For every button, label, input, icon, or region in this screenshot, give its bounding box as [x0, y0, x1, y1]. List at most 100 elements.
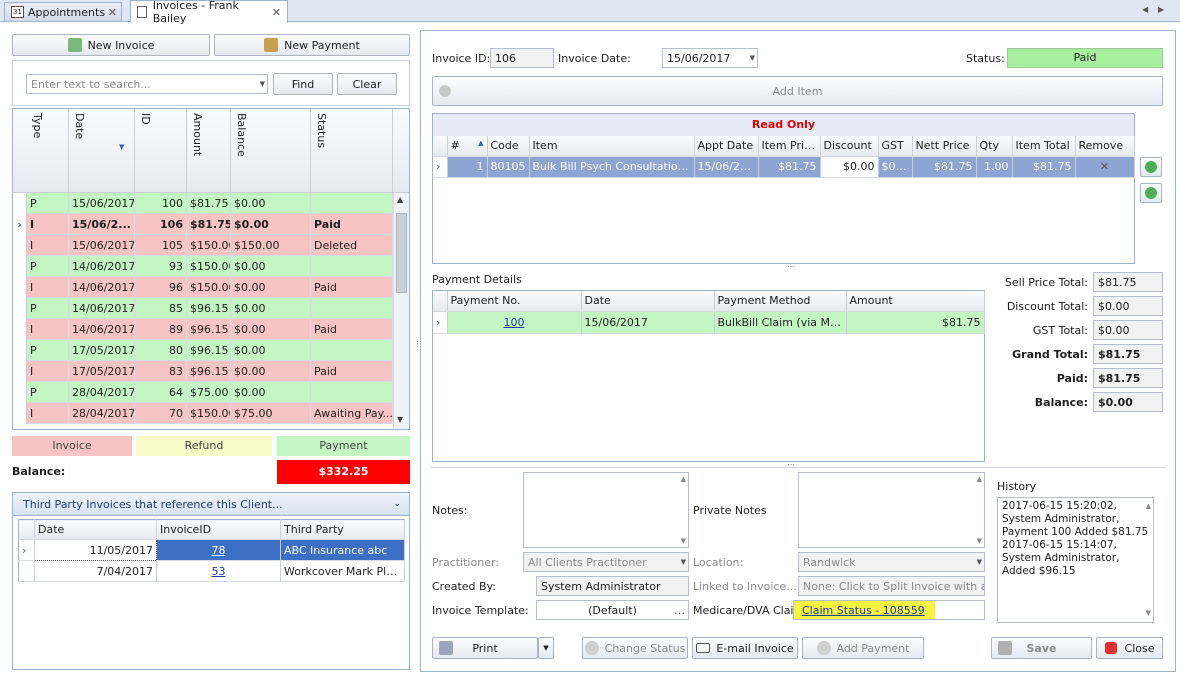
col-header[interactable]: Discount: [820, 136, 879, 157]
new-payment-button[interactable]: New Payment: [214, 34, 410, 56]
col-header[interactable]: Date: [69, 109, 135, 193]
chevron-down-icon[interactable]: ▼: [750, 54, 755, 62]
total-value: $0.00: [1093, 392, 1163, 412]
add-payment-button[interactable]: Add Payment: [802, 637, 924, 659]
col-header[interactable]: Payment Method: [714, 291, 847, 312]
col-header[interactable]: # ▲: [447, 136, 488, 157]
items-table: # ▲ Code Item Appt Date Item Price Discou…: [433, 136, 1135, 178]
change-status-button[interactable]: Change Status: [582, 637, 688, 659]
tab-invoices[interactable]: Invoices - Frank Bailey ✕: [130, 0, 288, 25]
discount-cell[interactable]: $0.00: [820, 156, 879, 178]
cell-type: I: [27, 214, 69, 235]
invoice-row[interactable]: P 14/06/2017 93 $150.00 $0.00: [13, 256, 393, 277]
legend-invoice: Invoice: [12, 436, 132, 456]
col-header[interactable]: Amount: [187, 109, 231, 193]
print-dropdown-button[interactable]: ▼: [538, 637, 554, 659]
linked-invoice-field[interactable]: None: Click to Split Invoice with a ...: [798, 576, 985, 596]
col-header[interactable]: Date: [581, 291, 715, 312]
find-button[interactable]: Find: [273, 73, 333, 95]
invoice-row[interactable]: I 28/04/2017 70 $150.00 $75.00 Awaiting Pay..…: [13, 403, 393, 424]
col-header[interactable]: Type: [27, 109, 69, 193]
scroll-down-icon[interactable]: ▼: [977, 537, 982, 545]
close-button[interactable]: Close: [1096, 637, 1163, 659]
chevron-down-icon: ▼: [976, 558, 982, 566]
move-down-button[interactable]: [1140, 183, 1162, 203]
scroll-up-icon[interactable]: ▲: [1146, 500, 1151, 513]
arrow-down-icon: [1145, 187, 1157, 199]
scroll-up-icon[interactable]: ▲: [681, 475, 686, 483]
scroll-up-icon[interactable]: ▲: [977, 475, 982, 483]
item-row[interactable]: › 1 80105 Bulk Bill Psych Consultation (…: [433, 156, 1135, 178]
scroll-left-icon[interactable]: ◀: [1142, 5, 1148, 14]
col-header[interactable]: Payment No.: [447, 291, 582, 312]
col-header[interactable]: ID: [135, 109, 187, 193]
invoice-row[interactable]: I 14/06/2017 89 $96.15 $0.00 Paid: [13, 319, 393, 340]
invoice-link[interactable]: 78: [212, 544, 226, 557]
scroll-down-icon[interactable]: ▼: [1146, 607, 1151, 620]
third-party-header[interactable]: Third Party Invoices that reference this…: [12, 492, 410, 516]
invoice-row[interactable]: P 17/05/2017 80 $96.15 $0.00: [13, 340, 393, 361]
medicare-claim-field[interactable]: Claim Status - 108559: [793, 600, 985, 620]
remove-icon[interactable]: ✕: [1075, 156, 1135, 178]
invoice-row[interactable]: I 15/06/2017 105 $150.00 $150.00 Deleted: [13, 235, 393, 256]
invoice-row[interactable]: P 15/06/2017 100 $81.75 $0.00: [13, 193, 393, 214]
splitter[interactable]: [412, 30, 418, 670]
cell-balance: $75.00: [231, 403, 311, 424]
table-row[interactable]: › 11/05/2017 78 ABC Insurance abc: [18, 539, 405, 561]
col-header[interactable]: Item: [529, 136, 695, 157]
col-header[interactable]: Balance: [231, 109, 311, 193]
invoice-row[interactable]: › I 15/06/2... 106 $81.75 $0.00 Paid: [13, 214, 393, 235]
scroll-down-icon[interactable]: ▼: [681, 537, 686, 545]
chevron-down-icon[interactable]: ▼: [260, 80, 265, 88]
col-header[interactable]: InvoiceID: [156, 519, 281, 540]
col-header[interactable]: Remove: [1075, 136, 1135, 157]
col-header[interactable]: Status: [311, 109, 393, 193]
col-header[interactable]: GST: [878, 136, 913, 157]
close-icon[interactable]: ✕: [108, 6, 117, 19]
save-button[interactable]: Save: [991, 637, 1092, 659]
invoice-row[interactable]: P 28/04/2017 64 $75.00 $0.00: [13, 382, 393, 403]
collapse-icon[interactable]: ⌄: [393, 499, 401, 509]
col-header[interactable]: Appt Date: [694, 136, 759, 157]
print-button[interactable]: Print: [432, 637, 538, 659]
col-header[interactable]: Amount: [846, 291, 985, 312]
email-invoice-button[interactable]: E-mail Invoice: [692, 637, 798, 659]
move-up-button[interactable]: [1140, 157, 1162, 177]
close-icon[interactable]: ✕: [272, 6, 281, 19]
scroll-up-icon[interactable]: ▲: [397, 195, 403, 204]
col-header[interactable]: Qty: [976, 136, 1013, 157]
ellipsis-icon[interactable]: …: [674, 604, 685, 617]
col-header[interactable]: Date: [34, 519, 157, 540]
template-select[interactable]: (Default)…: [536, 600, 689, 620]
col-header[interactable]: Item Price: [758, 136, 821, 157]
scroll-thumb[interactable]: [396, 213, 407, 293]
claim-status-link[interactable]: Claim Status - 108559: [794, 601, 933, 619]
add-item-button[interactable]: Add Item: [432, 76, 1163, 106]
template-label: Invoice Template:: [432, 604, 529, 617]
third-party-table: Date InvoiceID Third Party › 11/05/2017 78 AB…: [18, 519, 405, 582]
close-icon: [1104, 642, 1117, 654]
history-textarea[interactable]: 2017-06-15 15:20:02, System Administrato…: [997, 497, 1154, 623]
new-invoice-button[interactable]: New Invoice: [12, 34, 210, 56]
status-label: Status:: [966, 52, 1005, 65]
scroll-down-icon[interactable]: ▼: [397, 415, 403, 424]
private-notes-textarea[interactable]: ▲ ▼: [798, 472, 985, 548]
scrollbar[interactable]: ▲ ▼: [393, 193, 409, 429]
col-header[interactable]: Code: [487, 136, 530, 157]
search-input[interactable]: Enter text to search... ▼: [26, 74, 268, 94]
invoice-row[interactable]: I 17/05/2017 83 $96.15 $0.00 Paid: [13, 361, 393, 382]
notes-textarea[interactable]: ▲ ▼: [523, 472, 689, 548]
invoice-date-field[interactable]: 15/06/2017 ▼: [662, 48, 758, 68]
tab-appointments[interactable]: 31 Appointments ✕: [4, 2, 122, 22]
table-row[interactable]: 7/04/2017 53 Workcover Mark Plays1: [18, 560, 405, 582]
invoice-row[interactable]: I 14/06/2017 96 $150.00 $0.00 Paid: [13, 277, 393, 298]
col-header[interactable]: Nett Price: [912, 136, 977, 157]
payment-row[interactable]: › 100 15/06/2017 BulkBill Claim (via Med…: [433, 311, 985, 334]
invoice-link[interactable]: 53: [212, 565, 226, 578]
scroll-right-icon[interactable]: ▶: [1158, 5, 1164, 14]
col-header[interactable]: Item Total: [1012, 136, 1076, 157]
col-header[interactable]: Third Party: [280, 519, 405, 540]
clear-button[interactable]: Clear: [337, 73, 397, 95]
invoice-row[interactable]: P 14/06/2017 85 $96.15 $0.00: [13, 298, 393, 319]
payment-link[interactable]: 100: [504, 316, 525, 329]
